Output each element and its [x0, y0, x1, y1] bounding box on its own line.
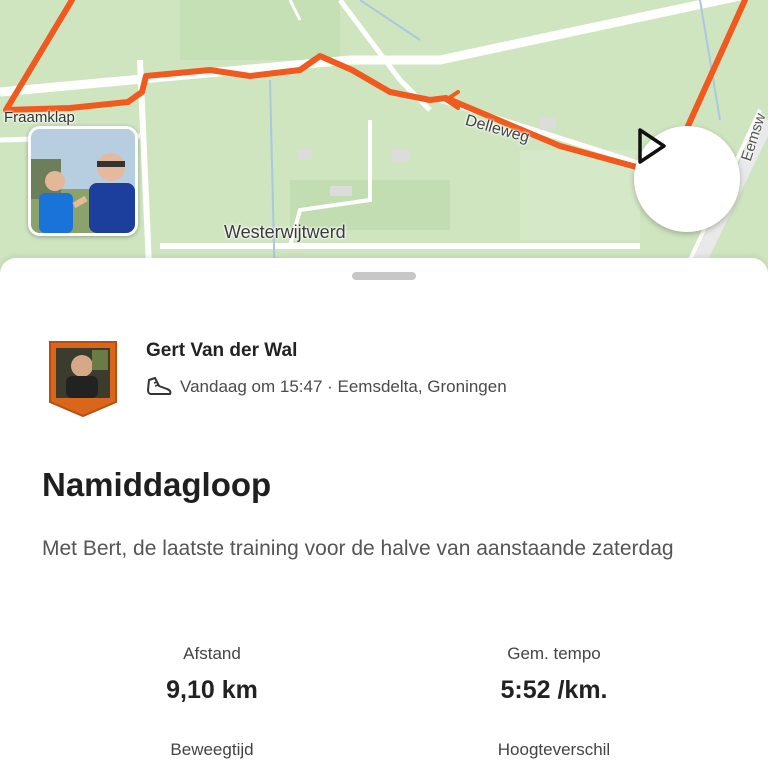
- sheet-drag-handle[interactable]: [352, 272, 416, 280]
- athlete-name[interactable]: Gert Van der Wal: [146, 340, 297, 362]
- activity-title: Namiddagloop: [42, 466, 272, 503]
- stat-pace-value: 5:52 /km.: [500, 676, 608, 704]
- avatar-badge-image: [49, 341, 117, 418]
- activity-sheet: Gert Van der Wal Vandaag om 15:47 · Eems…: [0, 258, 768, 768]
- route-map[interactable]: Fraamklap Westerwijtwerd Delleweg Eemsw: [0, 0, 768, 290]
- activity-date-location: Vandaag om 15:47 · Eemsdelta, Groningen: [180, 377, 507, 396]
- activity-description: Met Bert, de laatste training voor de ha…: [42, 537, 674, 560]
- photo-image: [31, 129, 135, 233]
- map-label-westerwijtwerd: Westerwijtwerd: [224, 222, 346, 242]
- stat-elevation-label: Hoogteverschil: [497, 740, 611, 759]
- stat-moving-time-label: Beweegtijd: [170, 740, 254, 759]
- stat-distance-value: 9,10 km: [166, 676, 258, 704]
- athlete-avatar[interactable]: [48, 340, 118, 418]
- stat-pace-label: Gem. tempo: [507, 644, 601, 663]
- activity-meta: Vandaag om 15:47 · Eemsdelta, Groningen: [146, 376, 507, 398]
- play-button[interactable]: [634, 126, 740, 232]
- running-shoe-icon: [147, 377, 172, 395]
- activity-photo-thumbnail[interactable]: [28, 126, 138, 236]
- stat-distance-label: Afstand: [183, 644, 241, 663]
- map-label-fraamklap: Fraamklap: [4, 109, 75, 126]
- play-icon: [638, 128, 666, 164]
